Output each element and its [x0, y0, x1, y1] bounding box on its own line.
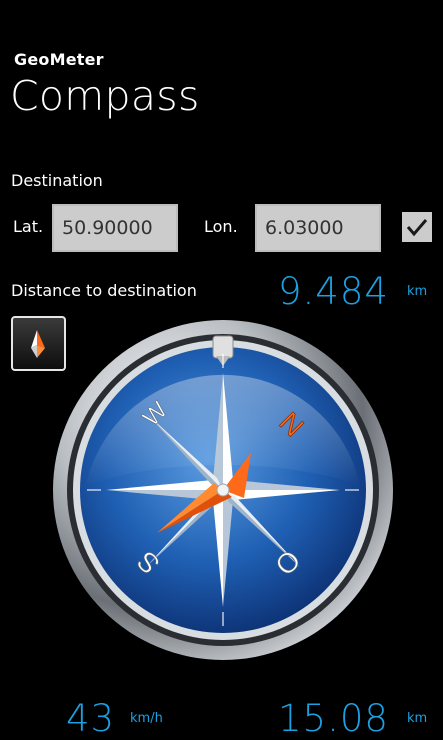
- longitude-label: Lon.: [204, 217, 238, 236]
- trip-distance-unit: km: [407, 711, 428, 726]
- latitude-input[interactable]: [52, 204, 178, 252]
- page-title: Compass: [10, 72, 200, 120]
- longitude-input[interactable]: [255, 204, 381, 252]
- distance-value: 9.484: [278, 270, 389, 313]
- app-name: GeoMeter: [14, 50, 104, 69]
- speed-value: 43: [66, 697, 116, 740]
- distance-label: Distance to destination: [11, 281, 197, 300]
- destination-label: Destination: [11, 171, 103, 190]
- compass-dial: N O S W: [53, 320, 393, 660]
- checkmark-icon: [406, 219, 428, 237]
- distance-unit: km: [407, 284, 428, 299]
- destination-checkbox[interactable]: [402, 212, 432, 242]
- speed-unit: km/h: [130, 711, 163, 726]
- trip-distance-value: 15.08: [278, 697, 389, 740]
- latitude-label: Lat.: [13, 217, 44, 236]
